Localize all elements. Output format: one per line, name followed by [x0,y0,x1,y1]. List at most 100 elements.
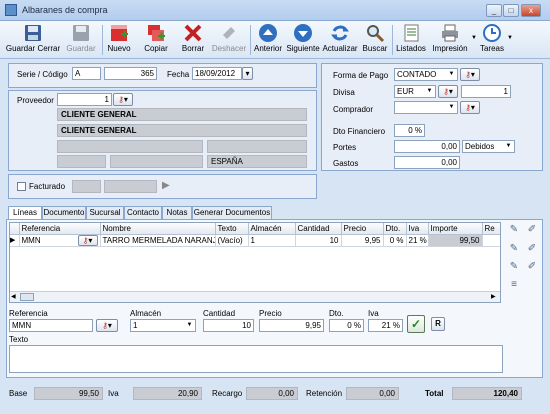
column-header-cantidad[interactable]: Cantidad [295,223,342,235]
go-to-invoice-icon[interactable]: ▶ [162,180,170,191]
divisa-lookup-button[interactable]: ⚷▾ [438,85,458,98]
tab-contacto[interactable]: Contacto [124,206,162,219]
cell-almacen[interactable]: 1 [248,234,296,246]
proveedor-name: CLIENTE GENERAL [57,108,307,121]
cell-dto[interactable]: 0 % [383,234,407,246]
new-button[interactable]: Nuevo [104,23,134,53]
save-close-button[interactable]: Guardar Cerrar [4,23,62,53]
divisa-select[interactable]: EUR ▼ [394,85,436,98]
gastos-input[interactable] [394,156,460,169]
minimize-button[interactable]: _ [486,4,502,17]
recargo-label: Recargo [212,389,243,398]
cell-referencia[interactable]: MMN ⚷▾ [19,234,101,246]
tab-documento[interactable]: Documento [42,206,86,219]
tab-generar-documentos[interactable]: Generar Documentos [192,206,272,219]
column-header-re[interactable]: Re [482,223,500,235]
app-icon [5,4,17,16]
maximize-button[interactable]: □ [503,4,519,17]
scroll-thumb[interactable] [20,293,34,301]
comprador-select[interactable]: ▼ [394,101,458,114]
cell-importe[interactable]: 99,50 [428,234,483,246]
column-header-nombre[interactable]: Nombre [100,223,216,235]
editor-texto-label: Texto [9,335,29,344]
tab-lineas[interactable]: Líneas [8,206,42,220]
column-header-importe[interactable]: Importe [428,223,483,235]
codigo-input[interactable] [104,67,157,80]
editor-precio-input[interactable] [259,319,324,332]
cell-precio[interactable]: 9,95 [341,234,384,246]
facturado-checkbox[interactable] [17,182,26,191]
r-button[interactable]: R [431,317,445,331]
column-header-referencia[interactable]: Referencia [19,223,101,235]
fecha-dropdown-button[interactable]: ▾ [242,67,253,80]
add-line-icon[interactable]: ✎ [507,223,521,237]
cell-iva[interactable]: 21 % [406,234,429,246]
forma-pago-select[interactable]: CONTADO ▼ [394,68,458,81]
iva-total-value: 20,90 [133,387,202,400]
reports-button[interactable]: Listados [394,23,428,53]
search-button[interactable]: Buscar [361,23,389,53]
close-button[interactable]: x [521,4,541,17]
proveedor-lookup-button[interactable]: ⚷▾ [113,93,133,106]
table-row[interactable]: ▶ MMN ⚷▾ TARRO MERMELADA NARANJA (Vacío) … [10,234,500,246]
editor-iva-input[interactable] [368,319,403,332]
comprador-lookup-button[interactable]: ⚷▾ [460,101,480,114]
editor-almacen-select[interactable]: 1 ▼ [130,319,196,332]
copy-button[interactable]: Copiar [140,23,172,53]
fecha-input[interactable] [192,67,242,80]
copy-line-icon[interactable]: ✐ [525,260,539,274]
refresh-button[interactable]: Actualizar [322,23,358,53]
tab-sucursal[interactable]: Sucursal [86,206,124,219]
editor-cantidad-input[interactable] [203,319,254,332]
proveedor-code-input[interactable] [57,93,112,106]
print-button[interactable]: Impresión [430,23,470,53]
referencia-lookup-button[interactable]: ⚷▾ [77,234,98,246]
column-header-dto[interactable]: Dto. [383,223,407,235]
grid-horizontal-scrollbar[interactable]: ◀ ▶ [10,291,500,302]
scroll-left-arrow[interactable]: ◀ [11,293,16,300]
previous-button[interactable]: Anterior [251,23,285,53]
serie-input[interactable] [72,67,101,80]
save-button[interactable]: Guardar [63,23,99,53]
delete-line-icon[interactable]: ✐ [525,242,539,256]
tab-notas[interactable]: Notas [162,206,192,219]
checkmark-icon: ✓ [410,317,422,331]
divisa-rate-input[interactable] [461,85,511,98]
undo-button[interactable]: Deshacer [210,23,248,53]
insert-line-icon[interactable]: ✎ [507,242,521,256]
more-options-icon[interactable]: ≡ [507,278,521,292]
scroll-right-arrow[interactable]: ▶ [491,293,496,300]
column-header-precio[interactable]: Precio [341,223,384,235]
line-option-icon[interactable]: ✐ [525,223,539,237]
retencion-value: 0,00 [346,387,399,400]
tasks-dropdown-arrow[interactable]: ▼ [507,35,513,41]
cell-cantidad[interactable]: 10 [295,234,342,246]
column-header-iva[interactable]: Iva [406,223,429,235]
lines-grid[interactable]: Referencia Nombre Texto Almacén Cantidad… [9,222,501,303]
cell-re[interactable] [482,234,500,246]
delete-button[interactable]: Borrar [178,23,208,53]
proveedor-address-2 [207,140,307,153]
portes-tipo-select[interactable]: Debidos ▼ [462,140,515,153]
portes-input[interactable] [394,140,460,153]
editor-texto-textarea[interactable] [9,345,503,373]
editor-referencia-lookup-button[interactable]: ⚷▾ [96,319,118,332]
comprador-label: Comprador [333,105,374,114]
dto-financiero-label: Dto Financiero [333,127,386,136]
print-dropdown-arrow[interactable]: ▼ [471,35,477,41]
move-line-icon[interactable]: ✎ [507,260,521,274]
editor-dto-input[interactable] [329,319,364,332]
forma-pago-lookup-button[interactable]: ⚷▾ [460,68,480,81]
next-button[interactable]: Siguiente [285,23,321,53]
proveedor-commercial-name: CLIENTE GENERAL [57,124,307,137]
dto-financiero-input[interactable] [394,124,425,137]
confirm-line-button[interactable]: ✓ [407,315,425,333]
column-header-texto[interactable]: Texto [215,223,249,235]
serie-label: Serie / Código [17,70,68,79]
chevron-down-icon: ▼ [186,322,193,328]
editor-referencia-input[interactable] [9,319,93,332]
column-header-almacen[interactable]: Almacén [248,223,296,235]
cell-texto[interactable]: (Vacío) [215,234,249,246]
cell-nombre[interactable]: TARRO MERMELADA NARANJA [100,234,216,246]
tasks-button[interactable]: Tareas [478,23,506,53]
